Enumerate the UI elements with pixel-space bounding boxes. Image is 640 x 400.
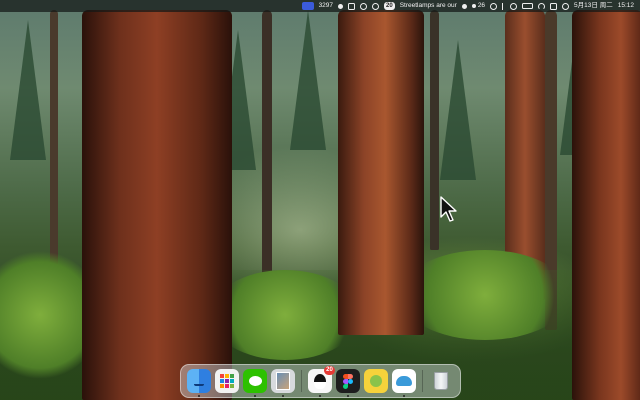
mouse-cursor-icon — [440, 196, 457, 222]
launchpad-icon — [220, 374, 234, 388]
dock-app-preview[interactable] — [271, 369, 295, 397]
running-indicator — [198, 395, 200, 397]
shield-icon[interactable] — [461, 3, 467, 9]
counter-status-item[interactable]: 3297 — [319, 0, 333, 12]
wallpaper-redwood — [82, 10, 232, 400]
wallpaper-pine — [10, 20, 46, 160]
running-indicator — [347, 395, 349, 397]
wallpaper-redwood — [572, 10, 640, 400]
cloud-icon — [396, 376, 412, 386]
date-text: 5月13日 — [574, 2, 598, 9]
record-icon[interactable] — [360, 2, 368, 10]
dock-separator — [301, 370, 302, 392]
wallpaper-fern — [400, 250, 570, 340]
wallpaper-trunk — [50, 10, 58, 270]
counter-text: 3297 — [318, 2, 334, 9]
wallpaper-pine — [440, 40, 476, 180]
temperature-text: 26 — [477, 2, 486, 9]
running-indicator — [319, 395, 321, 397]
dock-app-trash[interactable] — [429, 369, 453, 393]
dock-app-figma[interactable] — [336, 369, 360, 397]
bluetooth-icon[interactable] — [502, 2, 505, 10]
now-playing-text: Streetlamps are our — [399, 2, 457, 9]
dock: 20 — [180, 364, 461, 398]
badge-status-item[interactable]: 20 — [384, 2, 395, 10]
now-playing-item[interactable]: Streetlamps are our — [400, 0, 457, 12]
dock-app-finder[interactable] — [187, 369, 211, 397]
clock-icon[interactable] — [490, 2, 498, 10]
weekday-text: 周二 — [599, 2, 613, 9]
input-method-icon[interactable] — [301, 2, 314, 10]
desktop-wallpaper — [0, 0, 640, 400]
running-indicator — [282, 395, 284, 397]
dock-app-qq[interactable]: 20 — [308, 366, 335, 397]
dock-app-cloud[interactable] — [392, 369, 416, 397]
trash-icon — [434, 372, 448, 390]
siri-icon[interactable] — [562, 2, 570, 10]
music-icon[interactable] — [372, 2, 380, 10]
mic-icon[interactable] — [338, 3, 344, 9]
camera-icon[interactable] — [348, 2, 356, 10]
dock-separator — [422, 370, 423, 392]
weather-item[interactable]: 26 — [471, 0, 486, 12]
figma-icon — [343, 373, 353, 389]
dock-app-notes[interactable] — [364, 369, 388, 393]
notes-icon — [370, 375, 382, 387]
menubar-badge: 20 — [384, 2, 395, 10]
running-indicator — [254, 395, 256, 397]
vpn-icon[interactable] — [510, 2, 518, 10]
wifi-icon[interactable] — [538, 2, 546, 10]
wallpaper-redwood — [338, 10, 424, 335]
control-center-icon[interactable] — [550, 2, 558, 10]
qq-badge: 20 — [324, 366, 335, 375]
dock-app-wechat[interactable] — [243, 369, 267, 397]
wechat-icon — [248, 376, 262, 386]
preview-icon — [276, 372, 290, 390]
battery-icon[interactable] — [522, 3, 534, 9]
menu-bar: 3297 20 Streetlamps are our 26 5月13日 周二 … — [0, 0, 640, 12]
dock-app-launchpad[interactable] — [215, 369, 239, 393]
running-indicator — [403, 395, 405, 397]
wallpaper-trunk — [430, 10, 439, 250]
clock-item[interactable]: 15:12 — [618, 0, 634, 12]
finder-icon — [194, 376, 204, 386]
date-item[interactable]: 5月13日 周二 — [574, 0, 613, 12]
wallpaper-pine — [290, 10, 326, 150]
time-text: 15:12 — [617, 2, 634, 9]
penguin-icon — [314, 373, 326, 389]
